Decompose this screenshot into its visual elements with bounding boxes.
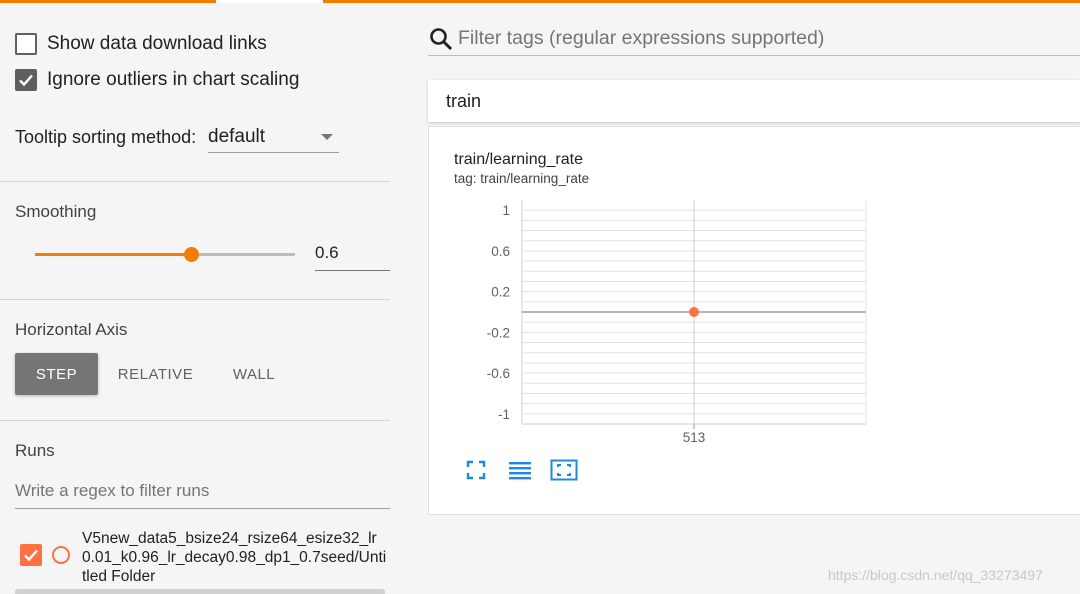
run-name: V5new_data5_bsize24_rsize64_esize32_lr0.… [82, 530, 387, 585]
y-tick-label: -0.2 [487, 325, 510, 340]
divider [0, 181, 390, 182]
chart-card: train/learning_rate tag: train/learning_… [428, 126, 1080, 515]
y-tick-label: 0.6 [491, 244, 510, 259]
data-point [689, 307, 699, 317]
smoothing-value-input[interactable]: 0.6 [315, 239, 390, 271]
axis-wall-button[interactable]: WALL [218, 353, 290, 395]
axis-step-button[interactable]: STEP [15, 353, 98, 395]
runs-filter-input[interactable]: Write a regex to filter runs [15, 477, 390, 509]
smoothing-slider-thumb[interactable] [184, 247, 199, 262]
smoothing-slider[interactable] [35, 247, 295, 262]
ignore-outliers-checkbox[interactable] [15, 69, 37, 91]
runs-title: Runs [15, 441, 55, 460]
axis-relative-button[interactable]: RELATIVE [108, 353, 203, 395]
horizontal-axis-title: Horizontal Axis [15, 320, 128, 339]
y-tick-label: -0.6 [487, 366, 510, 381]
checkmark-icon [24, 549, 38, 562]
ignore-outliers-label: Ignore outliers in chart scaling [47, 69, 300, 90]
ignore-outliers-row[interactable]: Ignore outliers in chart scaling [15, 67, 299, 93]
run-color-radio[interactable] [52, 546, 70, 564]
divider [0, 420, 390, 421]
runs-scrollbar[interactable] [15, 589, 385, 594]
smoothing-slider-fill [35, 253, 191, 256]
tag-filter-input[interactable]: Filter tags (regular expressions support… [428, 22, 1080, 56]
x-tick-label: 513 [683, 430, 706, 445]
tag-filter-placeholder: Filter tags (regular expressions support… [458, 27, 825, 49]
tooltip-sorting-select[interactable]: default [208, 121, 339, 153]
fullscreen-icon[interactable] [461, 457, 491, 483]
y-tick-label: 1 [502, 203, 510, 218]
watermark: https://blog.csdn.net/qq_33273497 [828, 567, 1043, 583]
chart-toolbar [461, 457, 579, 483]
smoothing-title: Smoothing [15, 202, 97, 221]
tooltip-sorting-label: Tooltip sorting method: [15, 126, 197, 147]
chevron-down-icon [321, 133, 333, 140]
fit-domain-icon[interactable] [549, 457, 579, 483]
tag-group-header[interactable]: train [428, 80, 1080, 122]
checkmark-icon [19, 74, 33, 87]
tooltip-sorting-value: default [208, 125, 266, 147]
run-checkbox[interactable] [20, 544, 42, 566]
tooltip-sorting-row: Tooltip sorting method: default [15, 121, 339, 153]
y-tick-label: 0.2 [491, 285, 510, 300]
toggle-log-scale-icon[interactable] [505, 457, 535, 483]
sidebar: Show data download links Ignore outliers… [0, 3, 390, 594]
divider [0, 299, 390, 300]
show-download-links-label: Show data download links [47, 33, 267, 54]
y-tick-label: -1 [498, 407, 510, 422]
show-download-links-row[interactable]: Show data download links [15, 31, 267, 57]
search-icon [428, 26, 454, 52]
chart-plot[interactable]: 1 0.6 0.2 -0.2 -0.6 -1 513 [429, 127, 1080, 457]
show-download-links-checkbox[interactable] [15, 33, 37, 55]
